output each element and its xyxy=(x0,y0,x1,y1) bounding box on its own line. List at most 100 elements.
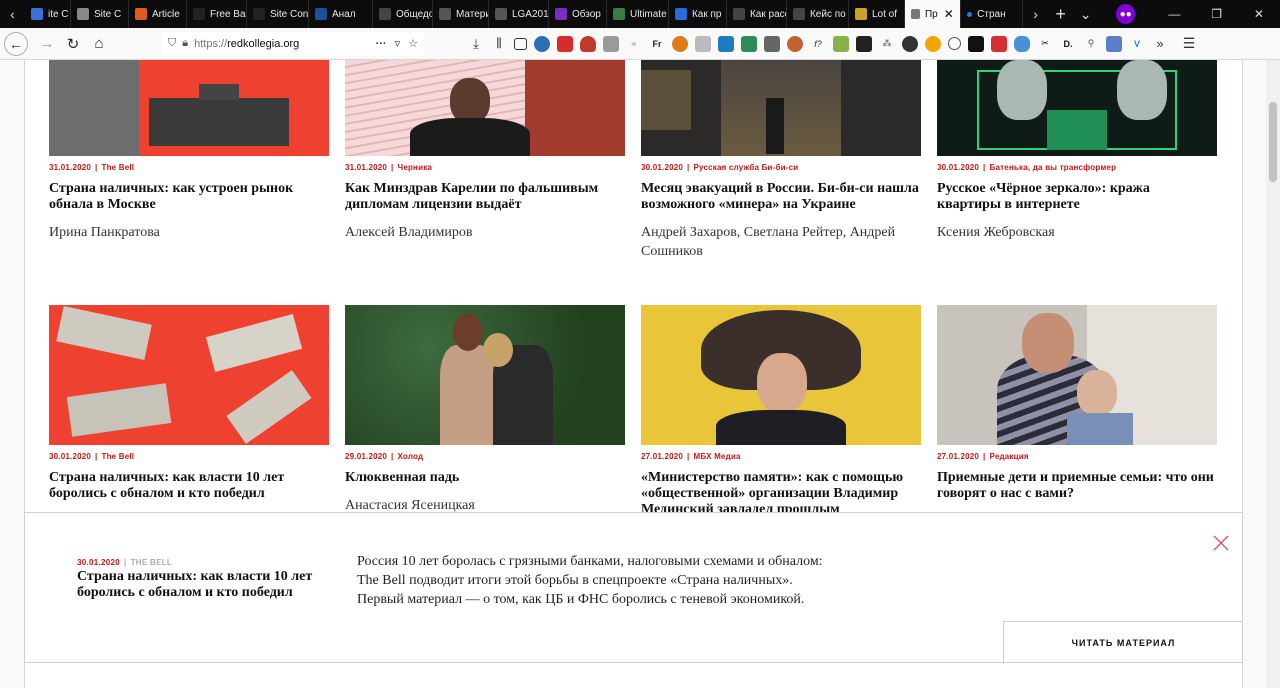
download-icon[interactable]: ⤓ xyxy=(468,36,484,52)
minimize-icon[interactable]: — xyxy=(1153,0,1195,28)
bookmark-star-icon[interactable]: ☆ xyxy=(408,37,418,50)
extension-icon-12[interactable]: f? xyxy=(810,36,826,52)
lock-icon[interactable]: 🔒︎ xyxy=(182,37,188,50)
article-author[interactable]: Алексей Владимиров xyxy=(345,223,625,242)
extension-icon-9[interactable] xyxy=(741,35,757,52)
article-title[interactable]: Русское «Чёрное зеркало»: кража квартиры… xyxy=(937,181,1217,213)
article-card[interactable]: 29.01.2020 | Холод Клюквенная падь Анастас… xyxy=(345,305,625,515)
close-icon[interactable] xyxy=(1211,533,1231,553)
article-title[interactable]: Приемные дети и приемные семьи: что они … xyxy=(937,470,1217,502)
extension-icon-10[interactable] xyxy=(764,35,780,52)
extension-icon-fr[interactable]: Fr xyxy=(649,36,665,52)
tab-scroll-right-icon[interactable]: › xyxy=(1023,0,1048,28)
article-image[interactable] xyxy=(345,60,625,156)
tab[interactable]: Обзор xyxy=(549,0,607,28)
tab[interactable]: Free Backl xyxy=(187,0,247,28)
new-tab-button[interactable]: + xyxy=(1048,0,1073,28)
extension-icon-24[interactable]: ⚲ xyxy=(1083,36,1099,52)
extension-icon-17[interactable] xyxy=(925,35,941,52)
article-card[interactable]: 30.01.2020 | The Bell Страна наличных: как… xyxy=(49,305,329,502)
article-image[interactable] xyxy=(49,305,329,445)
close-window-icon[interactable]: ✕ xyxy=(1238,0,1280,28)
tab-active[interactable]: Пр ✕ xyxy=(904,0,962,28)
maximize-icon[interactable]: ❐ xyxy=(1196,0,1238,28)
article-title[interactable]: Месяц эвакуаций в России. Би-би-си нашла… xyxy=(641,181,921,213)
article-image[interactable] xyxy=(937,60,1217,156)
address-bar[interactable]: ⛉ 🔒︎ https://redkollegia.org ··· ▿ ☆ xyxy=(162,31,424,56)
extension-icon-5[interactable]: ≈ xyxy=(626,36,642,52)
extension-icon-8[interactable] xyxy=(718,35,734,52)
shield-icon[interactable]: ⛉ xyxy=(168,37,176,50)
extension-icon-22[interactable]: ✂ xyxy=(1037,36,1053,52)
tab[interactable]: Site Conte xyxy=(247,0,309,28)
tab[interactable]: Как рассч xyxy=(727,0,787,28)
tab[interactable]: LGA2011 2 xyxy=(489,0,549,28)
article-card[interactable]: 27.01.2020 | Редакция Приемные дети и прие… xyxy=(937,305,1217,502)
article-card[interactable]: 27.01.2020 | МБХ Медиа «Министерство памят… xyxy=(641,305,921,518)
vertical-scrollbar[interactable] xyxy=(1266,60,1280,688)
article-image[interactable] xyxy=(937,305,1217,445)
tab[interactable]: Как пр xyxy=(669,0,727,28)
extension-icon-18[interactable] xyxy=(948,37,961,50)
tab[interactable]: Site C xyxy=(71,0,129,28)
read-article-button[interactable]: ЧИТАТЬ МАТЕРИАЛ xyxy=(1003,621,1243,664)
overflow-menu-icon[interactable]: » xyxy=(1152,36,1168,52)
extension-icon-23[interactable]: D. xyxy=(1060,36,1076,52)
tab[interactable]: Lot of xyxy=(849,0,905,28)
extension-icon-26[interactable]: V xyxy=(1129,36,1145,52)
tab-scroll-left-icon[interactable]: ‹ xyxy=(0,0,25,28)
extension-icon-11[interactable] xyxy=(787,35,803,52)
extension-icon-4[interactable] xyxy=(603,35,619,52)
tab[interactable]: Кейс по St xyxy=(787,0,849,28)
banner-title[interactable]: Страна наличных: как власти 10 лет борол… xyxy=(77,569,327,601)
forward-button[interactable]: → xyxy=(34,31,60,57)
article-image[interactable] xyxy=(345,305,625,445)
article-image[interactable] xyxy=(641,60,921,156)
url-text[interactable]: https://redkollegia.org xyxy=(194,38,375,50)
article-image[interactable] xyxy=(49,60,329,156)
sidebar-icon[interactable] xyxy=(514,37,527,50)
extension-icon-25[interactable] xyxy=(1106,35,1122,52)
article-card[interactable]: 30.01.2020 | Русская служба Би-би-си Месяц… xyxy=(641,60,921,261)
article-card[interactable]: 31.01.2020 | Черника Как Минздрав Карелии … xyxy=(345,60,625,242)
extension-icon-20[interactable] xyxy=(991,35,1007,52)
extension-icon-15[interactable]: ⁂ xyxy=(879,36,895,52)
extension-icon-16[interactable] xyxy=(902,35,918,52)
hamburger-menu-icon[interactable]: ☰ xyxy=(1181,35,1197,52)
page-actions-icon[interactable]: ··· xyxy=(376,38,387,50)
extension-icon-3[interactable] xyxy=(580,35,596,52)
tab[interactable]: Анал xyxy=(309,0,373,28)
scrollbar-thumb[interactable] xyxy=(1269,102,1277,182)
article-author[interactable]: Ксения Жебровская xyxy=(937,223,1217,242)
tab-list-button[interactable]: ⌄ xyxy=(1073,0,1098,28)
extension-icon-19[interactable] xyxy=(968,35,984,52)
extension-icon-2[interactable] xyxy=(557,35,573,52)
reload-icon[interactable]: ↻ xyxy=(60,31,86,57)
article-title[interactable]: Как Минздрав Карелии по фальшивым диплом… xyxy=(345,181,625,213)
article-author[interactable]: Ирина Панкратова xyxy=(49,223,329,242)
extension-icon-7[interactable] xyxy=(695,35,711,52)
extension-icon-1[interactable] xyxy=(534,35,550,52)
article-card[interactable]: 30.01.2020 | Батенька, да вы трансформер Р… xyxy=(937,60,1217,242)
extension-icon-21[interactable] xyxy=(1014,35,1030,52)
home-icon[interactable]: ⌂ xyxy=(86,31,112,57)
tab[interactable]: Ultimate E xyxy=(607,0,669,28)
article-title[interactable]: Страна наличных: как устроен рынок обнал… xyxy=(49,181,329,213)
extension-icon-6[interactable] xyxy=(672,35,688,52)
extension-icon-14[interactable] xyxy=(856,35,872,52)
article-title[interactable]: «Министерство памяти»: как с помощью «об… xyxy=(641,470,921,518)
article-author[interactable]: Андрей Захаров, Светлана Рейтер, Андрей … xyxy=(641,223,921,261)
tab[interactable]: ite C xyxy=(25,0,71,28)
tab[interactable]: Общедос xyxy=(373,0,433,28)
article-card[interactable]: 31.01.2020 | The Bell Страна наличных: как… xyxy=(49,60,329,242)
library-icon[interactable]: ⫼ xyxy=(491,36,507,52)
article-title[interactable]: Клюквенная падь xyxy=(345,470,625,486)
article-image[interactable] xyxy=(641,305,921,445)
extension-icon-13[interactable] xyxy=(833,35,849,52)
tab[interactable]: Материн xyxy=(433,0,489,28)
close-tab-icon[interactable]: ✕ xyxy=(944,7,954,21)
pocket-icon[interactable]: ▿ xyxy=(395,37,401,50)
tab-stranа[interactable]: Стран xyxy=(961,0,1024,28)
back-button[interactable]: ← xyxy=(4,31,28,56)
article-title[interactable]: Страна наличных: как власти 10 лет борол… xyxy=(49,470,329,502)
